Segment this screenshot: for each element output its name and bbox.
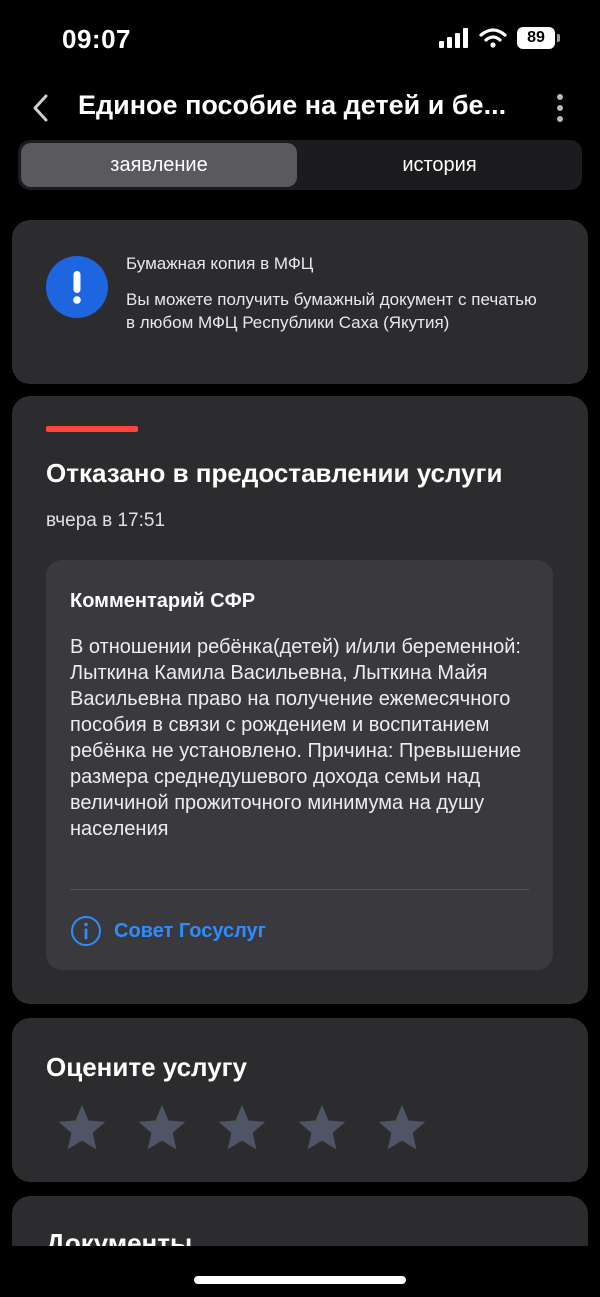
- segmented-control: заявление история: [18, 140, 582, 190]
- exclamation-icon: [46, 256, 108, 318]
- battery-icon: 89: [517, 27, 560, 49]
- comment-title: Комментарий СФР: [70, 590, 256, 612]
- page-title: Единое пособие на детей и бе...: [78, 90, 507, 120]
- star-icon[interactable]: [56, 1102, 108, 1154]
- chevron-left-icon: [33, 94, 48, 122]
- comment-text: В отношении ребёнка(детей) и/или беремен…: [70, 636, 522, 840]
- advice-link[interactable]: Совет Госуслуг: [70, 915, 266, 947]
- documents-title: Документы: [46, 1228, 193, 1246]
- comment-box: Комментарий СФР В отношении ребёнка(дете…: [46, 560, 553, 970]
- home-indicator[interactable]: [194, 1276, 406, 1284]
- more-vertical-icon: [557, 94, 563, 122]
- divider: [70, 889, 529, 890]
- star-icon[interactable]: [136, 1102, 188, 1154]
- info-text: Вы можете получить бумажный документ с п…: [126, 290, 537, 332]
- star-icon[interactable]: [376, 1102, 428, 1154]
- wifi-icon: [479, 28, 507, 48]
- battery-level: 89: [517, 27, 555, 49]
- advice-label: Совет Госуслуг: [114, 919, 266, 942]
- mfc-info-card: Бумажная копия в МФЦ Вы можете получить …: [12, 220, 588, 384]
- star-icon[interactable]: [216, 1102, 268, 1154]
- bottom-safe-area: [0, 1246, 600, 1297]
- status-time: 09:07: [62, 24, 131, 54]
- info-circle-icon: [71, 916, 101, 946]
- nav-bar: Единое пособие на детей и бе...: [0, 80, 600, 134]
- more-button[interactable]: [548, 90, 572, 126]
- status-card: Отказано в предоставлении услуги вчера в…: [12, 396, 588, 1004]
- status-date: вчера в 17:51: [46, 510, 166, 531]
- documents-card[interactable]: Документы: [12, 1196, 588, 1246]
- back-button[interactable]: [26, 90, 56, 126]
- star-icon[interactable]: [296, 1102, 348, 1154]
- rating-stars: [56, 1102, 428, 1154]
- rating-title: Оцените услугу: [46, 1052, 247, 1082]
- status-bar: 09:07 89: [0, 0, 600, 80]
- info-title: Бумажная копия в МФЦ: [126, 254, 314, 273]
- status-title: Отказано в предоставлении услуги: [46, 458, 503, 488]
- status-indicator: [46, 426, 138, 432]
- signal-icon: [439, 28, 468, 48]
- tab-application[interactable]: заявление: [21, 143, 297, 187]
- rating-card: Оцените услугу: [12, 1018, 588, 1182]
- tab-history[interactable]: история: [300, 143, 579, 187]
- status-icons: 89: [439, 27, 560, 49]
